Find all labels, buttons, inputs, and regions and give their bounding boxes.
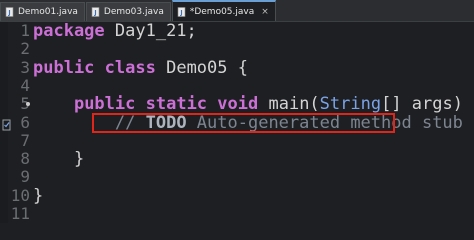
code-line[interactable]: 3 public class Demo05 {: [0, 57, 474, 78]
code-token: void: [217, 94, 259, 115]
svg-text:J: J: [7, 10, 10, 17]
tab-demo03[interactable]: J Demo03.java: [85, 2, 171, 21]
tab-demo01[interactable]: J Demo01.java: [0, 2, 85, 21]
eclipse-editor-window: J Demo01.java J Demo03.java J *Demo05.ja: [0, 0, 474, 223]
code-line[interactable]: 10}: [0, 185, 474, 205]
code-token: String: [319, 94, 382, 115]
java-file-icon: J: [177, 6, 187, 17]
tab-label: *Demo05.java: [189, 6, 255, 17]
code-text: }: [33, 150, 84, 168]
code-token: Day1_21;: [104, 21, 197, 41]
close-icon[interactable]: ×: [261, 7, 269, 17]
code-line[interactable]: 5 public static void main(String[] args)…: [0, 94, 474, 113]
java-file-icon: J: [5, 7, 15, 17]
java-file-icon: J: [91, 7, 101, 17]
line-number: 11: [10, 204, 30, 223]
code-line[interactable]: 7: [0, 130, 474, 150]
editor-tab-bar: J Demo01.java J Demo03.java J *Demo05.ja: [0, 0, 474, 22]
line-number: 9: [20, 167, 30, 187]
svg-text:J: J: [179, 9, 182, 16]
todo-task-icon: [2, 118, 12, 131]
code-token: class: [104, 57, 156, 78]
line-number: 1: [20, 21, 30, 40]
line-number: 7: [20, 130, 30, 150]
todo-highlight-box: [92, 112, 395, 133]
code-line[interactable]: 1 package Day1_21;: [0, 21, 474, 40]
code-token: static: [145, 94, 208, 115]
line-number: 6: [20, 112, 30, 132]
code-token: package: [33, 21, 105, 41]
svg-text:J: J: [93, 10, 96, 17]
code-line[interactable]: 11: [0, 204, 474, 223]
line-number: 3: [20, 57, 30, 77]
code-token: }: [33, 185, 44, 206]
code-token: public: [73, 94, 136, 115]
line-number: 2: [20, 39, 30, 59]
code-line[interactable]: 4: [0, 75, 474, 95]
line-number: 4: [20, 75, 30, 95]
code-token: [] args) {: [381, 94, 474, 115]
code-editor[interactable]: 1 package Day1_21; 2 3 public class Demo05 {…: [0, 21, 474, 223]
code-token: Demo05 {: [155, 57, 248, 78]
tab-demo05[interactable]: J *Demo05.java ×: [171, 0, 276, 21]
code-token: }: [33, 149, 85, 170]
code-token: main(: [258, 94, 320, 115]
tab-label: Demo01.java: [18, 7, 78, 17]
code-text: public static void main(String[] args) {: [33, 95, 474, 113]
code-line[interactable]: 9: [0, 167, 474, 187]
code-text: }: [33, 187, 43, 205]
code-text: package Day1_21;: [33, 22, 197, 40]
code-text: public class Demo05 {: [33, 57, 248, 78]
code-token: public: [33, 57, 95, 78]
code-line[interactable]: 2: [0, 39, 474, 59]
line-number: 8: [20, 149, 30, 169]
code-line[interactable]: 8 }: [0, 149, 474, 169]
tab-label: Demo03.java: [103, 7, 164, 17]
line-number: 10: [10, 185, 30, 205]
